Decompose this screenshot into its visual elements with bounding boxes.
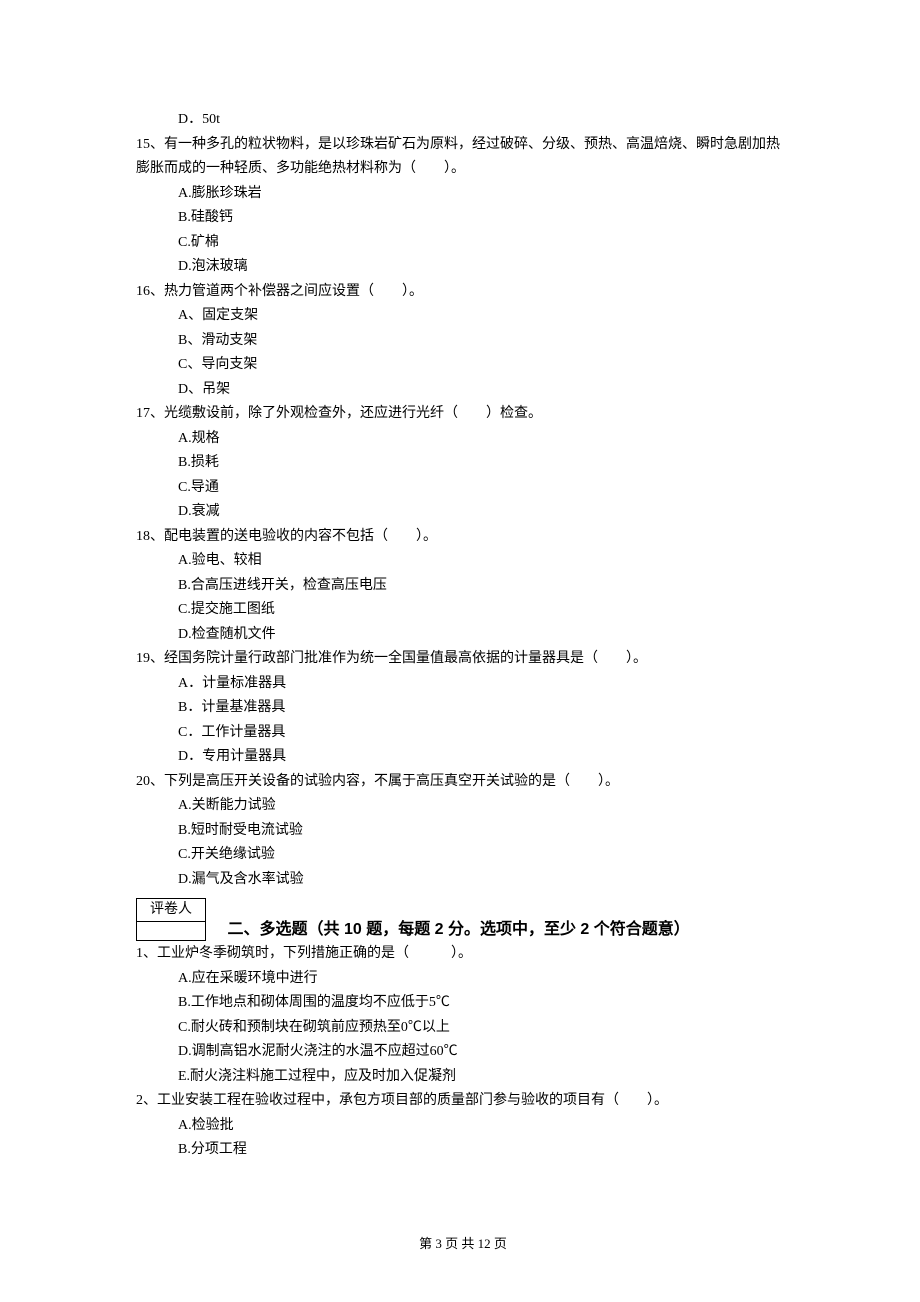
option-d: D.泡沫玻璃 xyxy=(178,255,790,280)
section-title: 二、多选题（共 10 题，每题 2 分。选项中，至少 2 个符合题意） xyxy=(228,898,690,942)
option-a: A．计量标准器具 xyxy=(178,672,790,697)
question-options: A.验电、较相 B.合高压进线开关，检查高压电压 C.提交施工图纸 D.检查随机… xyxy=(136,549,790,647)
option-d: D.衰减 xyxy=(178,500,790,525)
option-a: A.膨胀珍珠岩 xyxy=(178,182,790,207)
question-options: A.关断能力试验 B.短时耐受电流试验 C.开关绝缘试验 D.漏气及含水率试验 xyxy=(136,794,790,892)
option-b: B.损耗 xyxy=(178,451,790,476)
document-page: D．50t 15、有一种多孔的粒状物料，是以珍珠岩矿石为原料，经过破碎、分级、预… xyxy=(0,0,920,1295)
question-options: A.规格 B.损耗 C.导通 D.衰减 xyxy=(136,427,790,525)
question-stem: 16、热力管道两个补偿器之间应设置（ ）。 xyxy=(136,280,790,305)
question-stem: 15、有一种多孔的粒状物料，是以珍珠岩矿石为原料，经过破碎、分级、预热、高温焙烧… xyxy=(136,133,790,182)
option-a: A.验电、较相 xyxy=(178,549,790,574)
option-b: B.工作地点和砌体周围的温度均不应低于5℃ xyxy=(178,991,790,1016)
option-c: C.导通 xyxy=(178,476,790,501)
question-stem: 2、工业安装工程在验收过程中，承包方项目部的质量部门参与验收的项目有（ ）。 xyxy=(136,1089,790,1114)
question-stem: 17、光缆敷设前，除了外观检查外，还应进行光纤（ ）检查。 xyxy=(136,402,790,427)
grader-blank xyxy=(137,922,205,940)
option-d: D、吊架 xyxy=(178,378,790,403)
question-stem: 20、下列是高压开关设备的试验内容，不属于高压真空开关试验的是（ ）。 xyxy=(136,770,790,795)
question-stem: 1、工业炉冬季砌筑时，下列措施正确的是（ ）。 xyxy=(136,942,790,967)
option-a: A.规格 xyxy=(178,427,790,452)
s2-question-1: 1、工业炉冬季砌筑时，下列措施正确的是（ ）。 A.应在采暖环境中进行 B.工作… xyxy=(136,942,790,1089)
option-b: B.硅酸钙 xyxy=(178,206,790,231)
question-options: A.检验批 B.分项工程 xyxy=(136,1114,790,1163)
option-c: C.矿棉 xyxy=(178,231,790,256)
grader-label: 评卷人 xyxy=(137,899,205,922)
option-a: A.关断能力试验 xyxy=(178,794,790,819)
option-a: A.检验批 xyxy=(178,1114,790,1139)
grader-box: 评卷人 xyxy=(136,898,206,941)
option-d: D.漏气及含水率试验 xyxy=(178,868,790,893)
option-d: D.检查随机文件 xyxy=(178,623,790,648)
option-b: B、滑动支架 xyxy=(178,329,790,354)
option-d: D．专用计量器具 xyxy=(178,745,790,770)
question-stem: 18、配电装置的送电验收的内容不包括（ ）。 xyxy=(136,525,790,550)
option-d: D.调制高铝水泥耐火浇注的水温不应超过60℃ xyxy=(178,1040,790,1065)
question-19: 19、经国务院计量行政部门批准作为统一全国量值最高依据的计量器具是（ ）。 A．… xyxy=(136,647,790,770)
orphan-option-d: D．50t xyxy=(136,108,790,133)
option-c: C、导向支架 xyxy=(178,353,790,378)
option-b: B.短时耐受电流试验 xyxy=(178,819,790,844)
option-a: A.应在采暖环境中进行 xyxy=(178,967,790,992)
option-b: B.合高压进线开关，检查高压电压 xyxy=(178,574,790,599)
question-15: 15、有一种多孔的粒状物料，是以珍珠岩矿石为原料，经过破碎、分级、预热、高温焙烧… xyxy=(136,133,790,280)
option-c: C．工作计量器具 xyxy=(178,721,790,746)
option-a: A、固定支架 xyxy=(178,304,790,329)
question-options: A．计量标准器具 B．计量基准器具 C．工作计量器具 D．专用计量器具 xyxy=(136,672,790,770)
option-c: C.提交施工图纸 xyxy=(178,598,790,623)
section-header-row: 评卷人 二、多选题（共 10 题，每题 2 分。选项中，至少 2 个符合题意） xyxy=(136,898,790,942)
question-options: A、固定支架 B、滑动支架 C、导向支架 D、吊架 xyxy=(136,304,790,402)
question-20: 20、下列是高压开关设备的试验内容，不属于高压真空开关试验的是（ ）。 A.关断… xyxy=(136,770,790,893)
question-16: 16、热力管道两个补偿器之间应设置（ ）。 A、固定支架 B、滑动支架 C、导向… xyxy=(136,280,790,403)
option-c: C.开关绝缘试验 xyxy=(178,843,790,868)
question-stem: 19、经国务院计量行政部门批准作为统一全国量值最高依据的计量器具是（ ）。 xyxy=(136,647,790,672)
question-options: A.膨胀珍珠岩 B.硅酸钙 C.矿棉 D.泡沫玻璃 xyxy=(136,182,790,280)
s2-question-2: 2、工业安装工程在验收过程中，承包方项目部的质量部门参与验收的项目有（ ）。 A… xyxy=(136,1089,790,1163)
option-c: C.耐火砖和预制块在砌筑前应预热至0℃以上 xyxy=(178,1016,790,1041)
question-17: 17、光缆敷设前，除了外观检查外，还应进行光纤（ ）检查。 A.规格 B.损耗 … xyxy=(136,402,790,525)
option-b: B．计量基准器具 xyxy=(178,696,790,721)
question-options: A.应在采暖环境中进行 B.工作地点和砌体周围的温度均不应低于5℃ C.耐火砖和… xyxy=(136,967,790,1090)
page-footer: 第 3 页 共 12 页 xyxy=(136,1233,790,1256)
question-18: 18、配电装置的送电验收的内容不包括（ ）。 A.验电、较相 B.合高压进线开关… xyxy=(136,525,790,648)
option-b: B.分项工程 xyxy=(178,1138,790,1163)
option-e: E.耐火浇注料施工过程中，应及时加入促凝剂 xyxy=(178,1065,790,1090)
